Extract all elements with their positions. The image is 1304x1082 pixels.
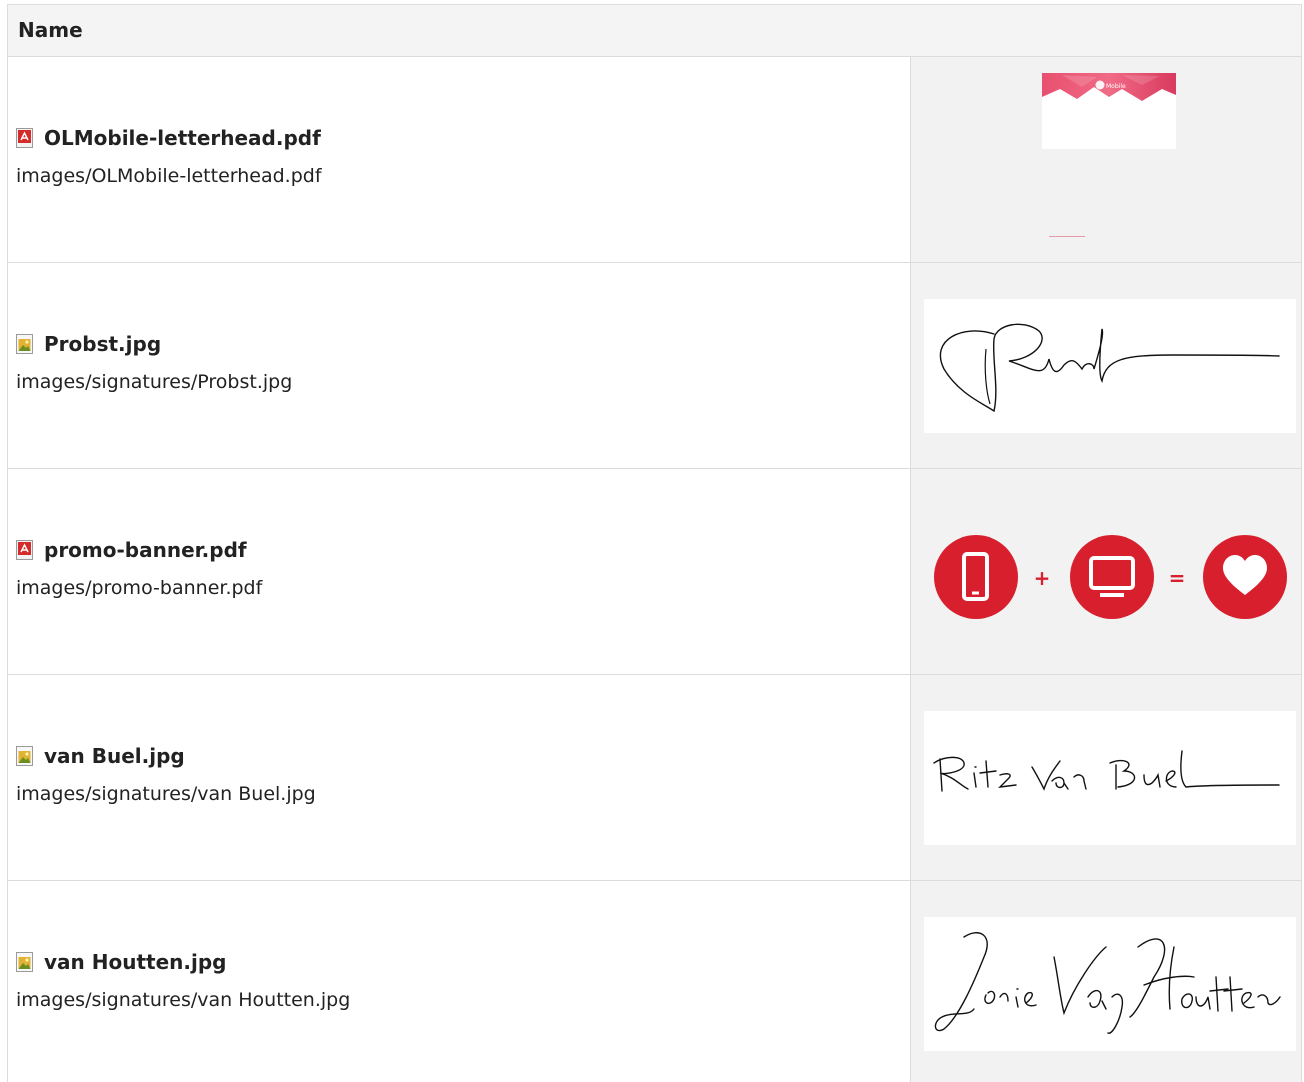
file-table: Name OLMobile-letterhead.pdf images/OLMo… — [7, 4, 1302, 1082]
name-cell: van Houtten.jpg images/signatures/van Ho… — [8, 881, 911, 1082]
handwritten-signature — [939, 323, 1280, 413]
file-name: OLMobile-letterhead.pdf — [44, 126, 321, 150]
letterhead-logo-text: Mobile — [1106, 83, 1126, 90]
signature-preview-image[interactable] — [924, 917, 1296, 1051]
promo-banner-preview-image[interactable]: + = — [911, 513, 1302, 633]
table-row[interactable]: van Buel.jpg images/signatures/van Buel.… — [8, 675, 1301, 881]
table-row[interactable]: promo-banner.pdf images/promo-banner.pdf… — [8, 469, 1301, 675]
file-name: van Houtten.jpg — [44, 950, 227, 974]
preview-cell — [911, 263, 1301, 468]
table-header: Name — [8, 5, 1301, 57]
equals-sign: = — [1169, 566, 1186, 590]
table-row[interactable]: Probst.jpg images/signatures/Probst.jpg — [8, 263, 1301, 469]
name-cell: Probst.jpg images/signatures/Probst.jpg — [8, 263, 911, 468]
preview-cell: Mobile — [911, 57, 1301, 262]
file-name: promo-banner.pdf — [44, 538, 247, 562]
file-title[interactable]: van Buel.jpg — [16, 743, 185, 769]
image-icon — [16, 334, 33, 354]
file-title[interactable]: Probst.jpg — [16, 331, 161, 357]
image-icon — [16, 952, 33, 972]
letterhead-preview-image[interactable]: Mobile — [1042, 73, 1176, 149]
phone-circle-icon — [934, 535, 1018, 619]
column-header-name[interactable]: Name — [18, 18, 83, 42]
table-row[interactable]: van Houtten.jpg images/signatures/van Ho… — [8, 881, 1301, 1082]
file-path: images/promo-banner.pdf — [16, 577, 263, 599]
file-title[interactable]: van Houtten.jpg — [16, 949, 226, 975]
file-path: images/signatures/van Houtten.jpg — [16, 989, 351, 1011]
letterhead-footer-line — [1049, 236, 1085, 237]
file-path: images/signatures/van Buel.jpg — [16, 783, 316, 805]
file-title[interactable]: OLMobile-letterhead.pdf — [16, 125, 321, 151]
name-cell: van Buel.jpg images/signatures/van Buel.… — [8, 675, 911, 880]
preview-cell — [911, 881, 1301, 1082]
plus-sign: + — [1034, 566, 1051, 590]
pdf-icon — [16, 128, 33, 148]
monitor-circle-icon — [1070, 535, 1154, 619]
file-path: images/signatures/Probst.jpg — [16, 371, 293, 393]
letterhead-header-graphic: Mobile — [1042, 73, 1176, 101]
handwritten-signature — [933, 750, 1280, 792]
file-name: Probst.jpg — [44, 332, 162, 356]
signature-preview-image[interactable] — [924, 711, 1296, 845]
name-cell: OLMobile-letterhead.pdf images/OLMobile-… — [8, 57, 911, 262]
handwritten-signature — [934, 932, 1281, 1034]
signature-preview-image[interactable] — [924, 299, 1296, 433]
name-cell: promo-banner.pdf images/promo-banner.pdf — [8, 469, 911, 674]
table-row[interactable]: OLMobile-letterhead.pdf images/OLMobile-… — [8, 57, 1301, 263]
file-title[interactable]: promo-banner.pdf — [16, 537, 247, 563]
preview-cell: + = — [911, 469, 1301, 674]
file-name: van Buel.jpg — [44, 744, 185, 768]
pdf-icon — [16, 540, 33, 560]
file-path: images/OLMobile-letterhead.pdf — [16, 165, 322, 187]
preview-cell — [911, 675, 1301, 880]
image-icon — [16, 746, 33, 766]
